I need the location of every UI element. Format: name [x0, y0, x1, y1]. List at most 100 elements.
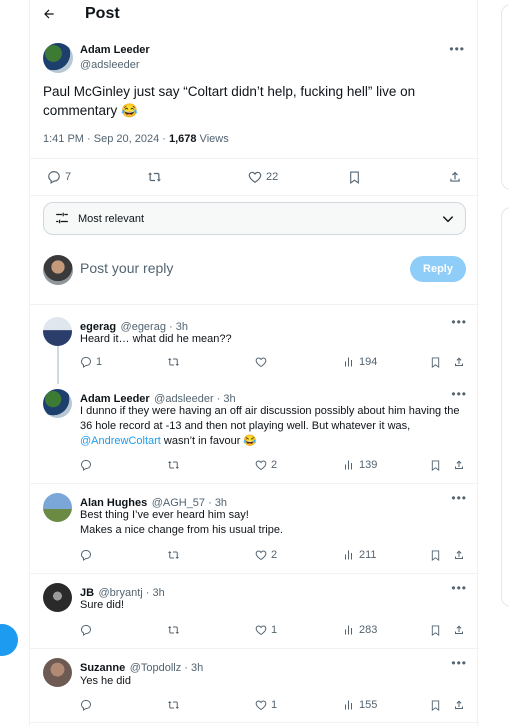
repost-button[interactable]: [167, 459, 184, 471]
like-button[interactable]: 2: [255, 549, 277, 561]
reply-text-line: Makes a nice change from his usual tripe…: [80, 524, 283, 536]
repost-button[interactable]: [167, 624, 184, 636]
views-count: 283: [359, 624, 378, 636]
like-button[interactable]: 22: [248, 170, 278, 184]
reply-button[interactable]: 1: [80, 356, 102, 368]
reply-count: 1: [96, 356, 103, 368]
author-name[interactable]: Adam Leeder: [80, 44, 150, 56]
bookmark-icon: [431, 550, 440, 561]
reply-text: Yes he did: [80, 675, 131, 687]
mention-link[interactable]: @AndrewColtart: [80, 435, 161, 447]
repost-button[interactable]: [167, 699, 184, 711]
reply-author-handle[interactable]: @Topdollz · 3h: [130, 662, 204, 674]
sort-dropdown[interactable]: Most relevant: [43, 202, 466, 235]
avatar[interactable]: [43, 389, 72, 418]
reply-text: Heard it… what did he mean??: [80, 333, 232, 345]
bookmark-button[interactable]: [430, 699, 445, 712]
heart-icon: [255, 357, 267, 368]
reply-submit-button[interactable]: Reply: [410, 256, 466, 282]
share-button[interactable]: [453, 459, 469, 471]
views-count: 211: [359, 549, 377, 561]
post-actions: 7 22: [30, 167, 479, 189]
views-button[interactable]: 194: [343, 356, 377, 368]
heart-icon: [255, 460, 267, 471]
share-button[interactable]: [453, 699, 469, 711]
avatar[interactable]: [43, 583, 72, 612]
share-icon: [455, 700, 463, 709]
more-icon[interactable]: •••: [451, 387, 467, 401]
reply-input[interactable]: Post your reply: [80, 260, 173, 276]
floating-compose-button[interactable]: [0, 624, 18, 656]
share-button[interactable]: [453, 356, 469, 368]
repost-icon: [168, 358, 179, 366]
like-button[interactable]: [255, 356, 271, 368]
avatar[interactable]: [43, 493, 72, 522]
bookmark-button[interactable]: [348, 170, 365, 185]
repost-icon: [168, 551, 179, 559]
bookmark-button[interactable]: [430, 549, 445, 562]
share-button[interactable]: [453, 549, 469, 561]
like-button[interactable]: 1: [255, 624, 277, 636]
like-count: 22: [266, 171, 279, 183]
page-title: Post: [85, 5, 120, 22]
repost-button[interactable]: [167, 549, 184, 561]
reply-button[interactable]: [80, 549, 96, 561]
bookmark-button[interactable]: [430, 624, 445, 637]
reply-button[interactable]: [80, 699, 96, 711]
list-item[interactable]: JB @bryantj · 3h ••• Sure did! 1 283: [30, 574, 479, 648]
reply-author-name[interactable]: Suzanne: [80, 662, 125, 674]
reply-button[interactable]: [80, 624, 96, 636]
divider: [30, 722, 479, 723]
more-icon[interactable]: •••: [449, 42, 465, 56]
views-button[interactable]: 283: [343, 624, 377, 636]
repost-button[interactable]: [167, 356, 184, 368]
chevron-down-icon: [441, 212, 455, 231]
divider: [30, 195, 479, 196]
analytics-icon: [345, 357, 352, 367]
more-icon[interactable]: •••: [451, 491, 467, 505]
bookmark-button[interactable]: [430, 459, 445, 472]
analytics-icon: [345, 550, 352, 560]
repost-icon: [168, 701, 179, 709]
views-button[interactable]: 155: [343, 699, 377, 711]
like-button[interactable]: 1: [255, 699, 277, 711]
more-icon[interactable]: •••: [451, 656, 467, 670]
list-item[interactable]: Alan Hughes @AGH_57 · 3h ••• Best thing …: [30, 484, 479, 573]
post-time[interactable]: 1:41 PM · Sep 20, 2024 ·: [43, 133, 169, 145]
repost-button[interactable]: [147, 170, 166, 184]
reply-text: Sure did!: [80, 599, 125, 611]
reply-text-line: Best thing I’ve ever heard him say!: [80, 509, 249, 521]
reply-text: I dunno if they were having an off air d…: [80, 404, 465, 449]
share-icon: [455, 357, 463, 366]
share-button[interactable]: [453, 624, 469, 636]
share-button[interactable]: [448, 170, 466, 184]
list-item[interactable]: Suzanne @Topdollz · 3h ••• Yes he did 1 …: [30, 649, 479, 726]
avatar[interactable]: [43, 43, 73, 73]
filter-icon: [54, 211, 70, 230]
reply-text-part: I dunno if they were having an off air d…: [80, 405, 460, 432]
thread-line: [57, 346, 59, 384]
like-count: 1: [271, 624, 278, 636]
share-icon: [455, 460, 463, 469]
reply-button[interactable]: [80, 459, 96, 471]
avatar[interactable]: [43, 317, 72, 346]
views-button[interactable]: 139: [343, 459, 377, 471]
views-button[interactable]: 211: [343, 549, 377, 561]
list-item[interactable]: egerag @egerag · 3h ••• Heard it… what d…: [30, 305, 479, 383]
more-icon[interactable]: •••: [451, 315, 467, 329]
reply-icon: [80, 357, 92, 368]
heart-icon: [255, 625, 267, 636]
reply-icon: [48, 171, 60, 184]
arrow-left-icon[interactable]: [42, 6, 56, 26]
author-handle[interactable]: @adsleeder: [80, 59, 139, 71]
like-count: 1: [271, 699, 278, 711]
bookmark-button[interactable]: [430, 356, 445, 369]
page-header: Post: [30, 0, 479, 30]
more-icon[interactable]: •••: [451, 581, 467, 595]
reply-button[interactable]: 7: [47, 170, 71, 184]
avatar[interactable]: [43, 658, 72, 687]
list-item[interactable]: Adam Leeder @adsleeder · 3h ••• I dunno …: [30, 383, 479, 483]
avatar[interactable]: [43, 255, 73, 285]
repost-icon: [168, 626, 179, 634]
like-button[interactable]: 2: [255, 459, 277, 471]
